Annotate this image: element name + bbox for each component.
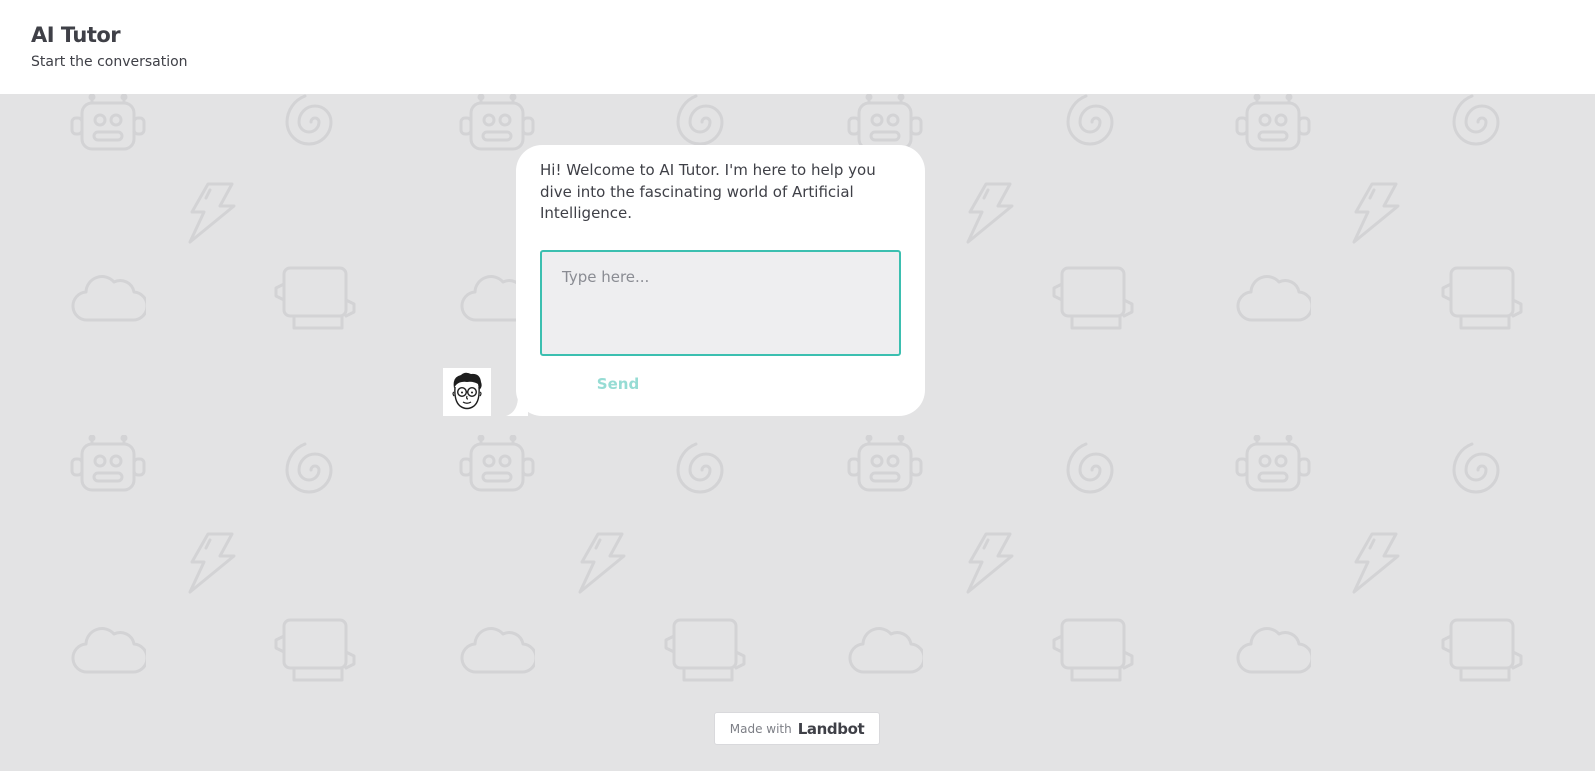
monitor-icon bbox=[270, 266, 356, 336]
lightning-icon bbox=[180, 180, 240, 248]
spiral-icon bbox=[1444, 432, 1520, 512]
cloud-icon bbox=[1235, 272, 1314, 332]
monitor-icon bbox=[660, 618, 746, 688]
message-input[interactable] bbox=[540, 249, 901, 356]
robot-icon bbox=[70, 94, 146, 160]
monitor-icon bbox=[270, 618, 356, 688]
monitor-icon bbox=[1437, 618, 1523, 688]
chat-bubble: Hi! Welcome to AI Tutor. I'm here to hel… bbox=[516, 145, 925, 416]
lightning-icon bbox=[180, 530, 240, 598]
spiral-icon bbox=[1444, 94, 1520, 164]
cloud-icon bbox=[847, 624, 926, 684]
robot-icon bbox=[459, 434, 535, 501]
avatar bbox=[443, 368, 491, 416]
lightning-icon bbox=[1344, 180, 1404, 248]
tutor-avatar-icon bbox=[443, 368, 491, 416]
lightning-icon bbox=[570, 530, 630, 598]
cloud-icon bbox=[70, 624, 149, 684]
badge-made-with-text: Made with bbox=[729, 721, 792, 736]
monitor-icon bbox=[1048, 618, 1134, 688]
cloud-icon bbox=[1235, 624, 1314, 684]
page-title: AI Tutor bbox=[31, 23, 121, 47]
lightning-icon bbox=[1344, 530, 1404, 598]
robot-icon bbox=[847, 434, 923, 501]
robot-icon bbox=[459, 94, 535, 160]
lightning-icon bbox=[958, 180, 1018, 248]
spiral-icon bbox=[1058, 94, 1134, 164]
spiral-icon bbox=[668, 432, 744, 512]
monitor-icon bbox=[1437, 266, 1523, 336]
send-button[interactable]: Send bbox=[556, 367, 680, 401]
header: AI Tutor Start the conversation bbox=[0, 0, 1595, 94]
page-subtitle: Start the conversation bbox=[31, 54, 188, 70]
robot-icon bbox=[70, 434, 146, 501]
robot-icon bbox=[1235, 434, 1311, 501]
spiral-icon bbox=[277, 432, 353, 512]
monitor-icon bbox=[1048, 266, 1134, 336]
made-with-landbot-badge[interactable]: Made with Landbot bbox=[714, 712, 880, 745]
spiral-icon bbox=[1058, 432, 1134, 512]
spiral-icon bbox=[277, 94, 353, 164]
lightning-icon bbox=[958, 530, 1018, 598]
robot-icon bbox=[1235, 94, 1311, 160]
cloud-icon bbox=[70, 272, 149, 332]
cloud-icon bbox=[459, 624, 538, 684]
welcome-message: Hi! Welcome to AI Tutor. I'm here to hel… bbox=[540, 161, 876, 222]
landbot-logo: Landbot bbox=[797, 719, 865, 738]
